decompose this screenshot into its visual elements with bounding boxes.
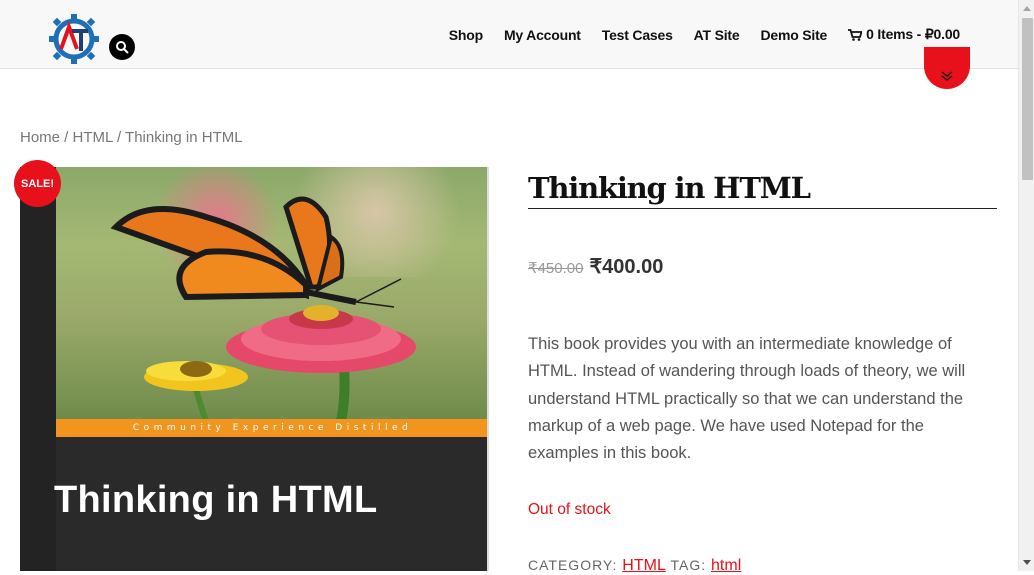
main-nav: Shop My Account Test Cases AT Site Demo … — [428, 26, 960, 43]
double-chevron-down-icon — [941, 71, 953, 81]
tag-link[interactable]: html — [711, 557, 741, 574]
old-price: ₹450.00 — [528, 260, 584, 277]
breadcrumb-separator: / — [112, 129, 126, 146]
product-price: ₹450.00 ₹400.00 — [528, 254, 663, 279]
breadcrumb-home[interactable]: Home — [20, 129, 60, 146]
breadcrumb-category[interactable]: HTML — [73, 129, 113, 146]
cart-label: 0 Items - ₽0.00 — [866, 26, 960, 42]
product-image[interactable]: Community Experience Distilled Thinking … — [20, 167, 489, 571]
scroll-down-arrow-icon[interactable] — [1023, 560, 1031, 565]
stock-status: Out of stock — [528, 501, 611, 518]
butterfly-flower-illustration — [110, 196, 416, 421]
nav-test-cases[interactable]: Test Cases — [602, 27, 673, 43]
page-scrollbar[interactable] — [1018, 0, 1034, 571]
search-button[interactable] — [109, 34, 135, 60]
site-logo[interactable] — [48, 13, 100, 65]
nav-my-account[interactable]: My Account — [504, 27, 581, 43]
search-icon — [116, 41, 129, 54]
product-title: Thinking in HTML — [528, 171, 997, 209]
cart-icon — [848, 28, 863, 41]
cover-photo — [56, 167, 487, 421]
sale-price: ₹400.00 — [589, 256, 664, 278]
product-meta: CATEGORY: HTML TAG: html — [528, 557, 741, 575]
product-description: This book provides you with an intermedi… — [528, 335, 966, 463]
sale-badge: SALE! — [14, 160, 61, 207]
nav-at-site[interactable]: AT Site — [694, 27, 740, 43]
cover-spine — [20, 167, 56, 571]
cart-link[interactable]: 0 Items - ₽0.00 — [848, 26, 960, 43]
site-header: Shop My Account Test Cases AT Site Demo … — [0, 0, 1018, 69]
nav-demo-site[interactable]: Demo Site — [760, 27, 827, 43]
scroll-down-button[interactable] — [924, 47, 970, 89]
cover-band: Community Experience Distilled — [56, 419, 487, 437]
scrollbar-thumb[interactable] — [1022, 18, 1033, 180]
category-link[interactable]: HTML — [622, 557, 666, 574]
scroll-up-arrow-icon[interactable] — [1023, 6, 1031, 11]
breadcrumb-current: Thinking in HTML — [125, 129, 243, 146]
breadcrumb-separator: / — [60, 129, 73, 146]
cover-title: Thinking in HTML — [54, 479, 378, 521]
nav-shop[interactable]: Shop — [449, 27, 483, 43]
breadcrumb: Home / HTML / Thinking in HTML — [20, 129, 243, 146]
